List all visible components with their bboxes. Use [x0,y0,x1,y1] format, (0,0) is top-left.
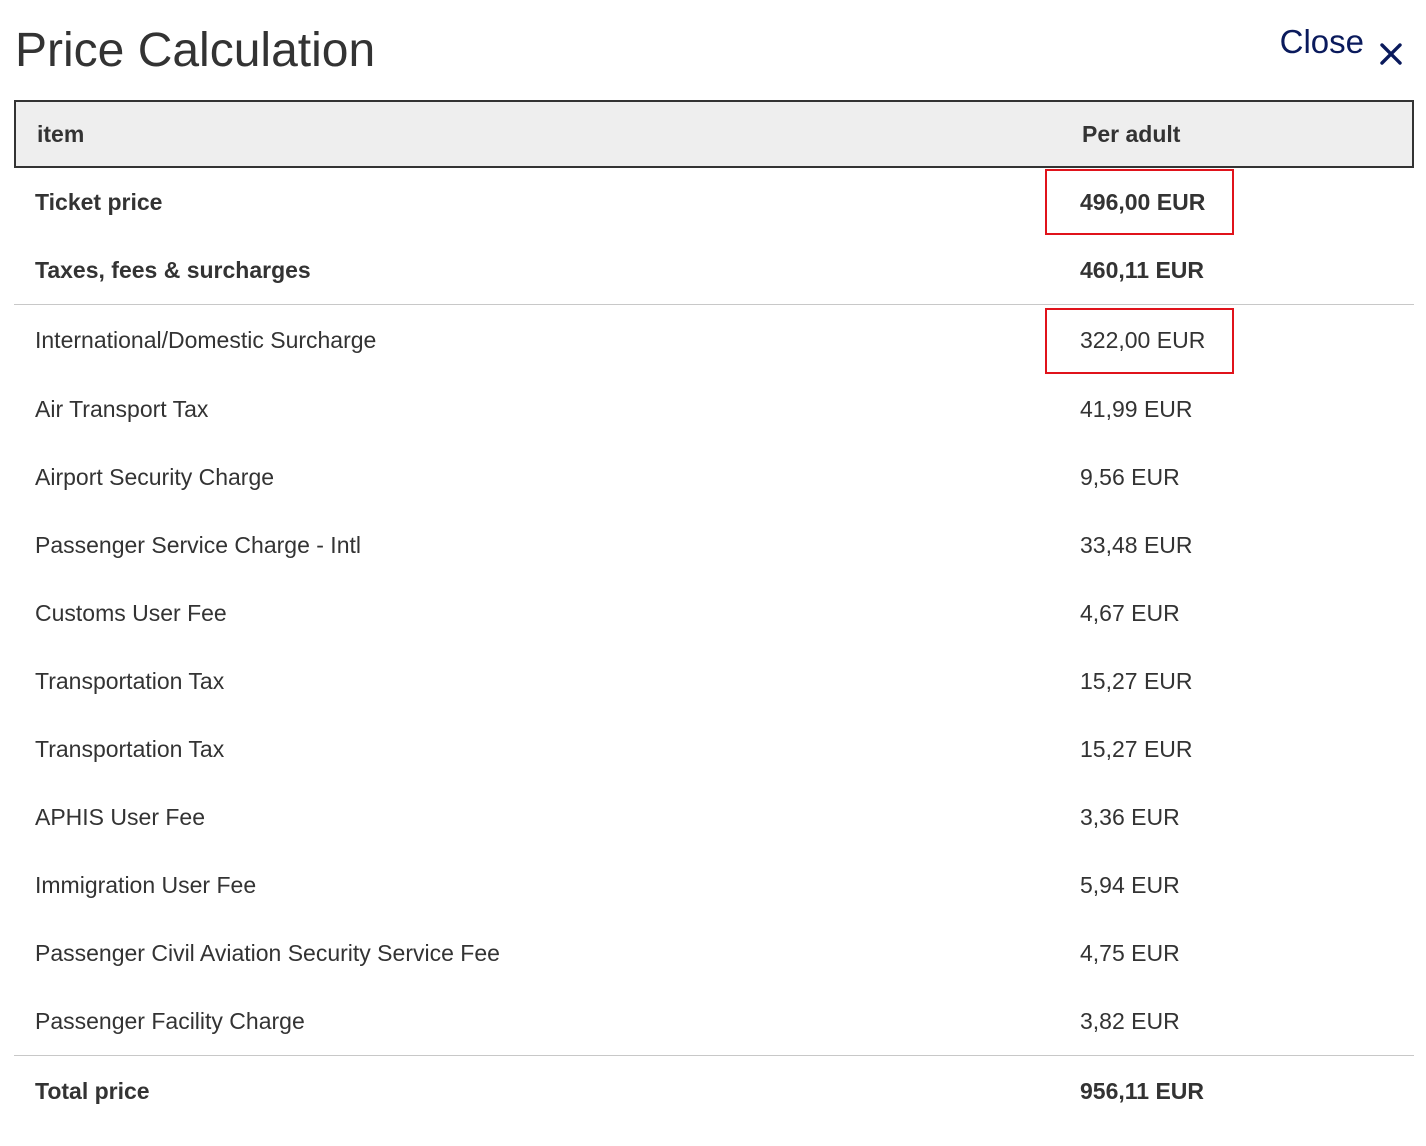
table-row: International/Domestic Surcharge 322,00 … [14,305,1414,375]
close-icon [1380,32,1402,65]
table-header: item Per adult [14,100,1414,168]
table-row: APHIS User Fee 3,36 EUR [14,783,1414,851]
row-label: APHIS User Fee [35,803,205,830]
row-label: Passenger Service Charge - Intl [35,531,361,558]
table-row: Airport Security Charge 9,56 EUR [14,443,1414,511]
taxes-value: 460,11 EUR [1080,256,1205,283]
row-label: Immigration User Fee [35,871,257,898]
row-value: 41,99 EUR [1080,395,1193,422]
row-label: Passenger Facility Charge [35,1007,305,1034]
row-value: 4,67 EUR [1080,599,1180,626]
table-row: Passenger Facility Charge 3,82 EUR [14,987,1414,1056]
row-value: 5,94 EUR [1080,871,1180,898]
table-row: Customs User Fee 4,67 EUR [14,579,1414,647]
column-header-per-adult: Per adult [1082,120,1181,147]
table-row: Air Transport Tax 41,99 EUR [14,375,1414,443]
table-row: Transportation Tax 15,27 EUR [14,647,1414,715]
ticket-price-row: Ticket price 496,00 EUR [14,168,1414,236]
row-label: Passenger Civil Aviation Security Servic… [35,939,500,966]
row-label: Transportation Tax [35,667,225,694]
row-value: 15,27 EUR [1080,735,1193,762]
ticket-price-highlight-box [1045,169,1234,235]
row-label: International/Domestic Surcharge [35,326,377,353]
close-button[interactable]: Close [1279,20,1402,65]
row-value: 9,56 EUR [1080,463,1180,490]
ticket-price-label: Ticket price [35,188,163,215]
row-label: Air Transport Tax [35,395,209,422]
column-header-item: item [37,120,85,147]
row-value: 15,27 EUR [1080,667,1193,694]
total-price-label: Total price [35,1077,150,1104]
row-value: 3,82 EUR [1080,1007,1180,1034]
row-label: Customs User Fee [35,599,227,626]
price-table: item Per adult Ticket price 496,00 EUR T… [14,100,1414,1126]
taxes-row: Taxes, fees & surcharges 460,11 EUR [14,236,1414,305]
row-value: 4,75 EUR [1080,939,1180,966]
total-price-row: Total price 956,11 EUR [14,1056,1414,1126]
row-label: Transportation Tax [35,735,225,762]
table-row: Passenger Service Charge - Intl 33,48 EU… [14,511,1414,579]
table-row: Transportation Tax 15,27 EUR [14,715,1414,783]
table-row: Passenger Civil Aviation Security Servic… [14,919,1414,987]
page-title: Price Calculation [15,24,376,77]
close-label: Close [1279,23,1364,60]
table-row: Immigration User Fee 5,94 EUR [14,851,1414,919]
row-value: 33,48 EUR [1080,531,1193,558]
total-price-value: 956,11 EUR [1080,1077,1205,1104]
row-label: Airport Security Charge [35,463,275,490]
surcharge-highlight-box [1045,308,1234,374]
row-value: 3,36 EUR [1080,803,1180,830]
taxes-label: Taxes, fees & surcharges [35,256,311,283]
